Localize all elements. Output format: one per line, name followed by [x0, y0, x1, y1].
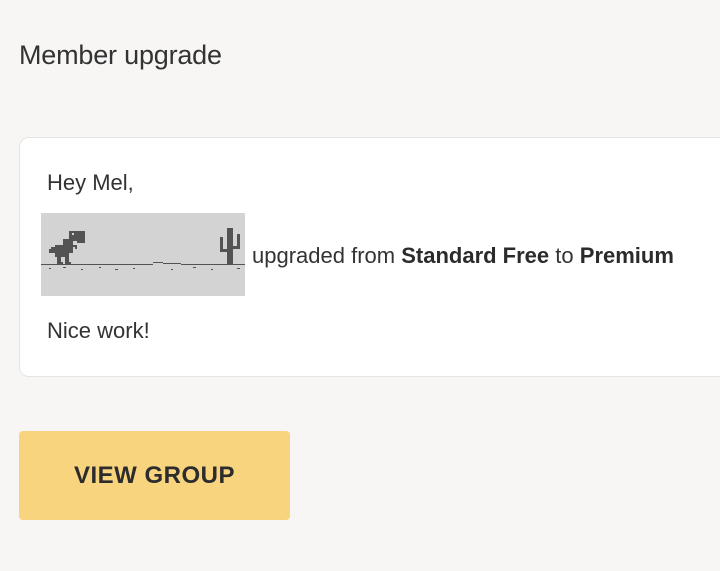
dino-offline-icon — [41, 228, 245, 270]
member-avatar-image — [41, 213, 245, 296]
message-prefix: upgraded from — [252, 243, 396, 268]
to-plan: Premium — [579, 243, 674, 268]
closing-text: Nice work! — [47, 318, 150, 343]
page-title: Member upgrade — [19, 40, 222, 70]
view-group-button[interactable]: VIEW GROUP — [19, 431, 290, 520]
upgrade-message: upgraded from Standard Free to Premium — [252, 243, 674, 269]
from-plan: Standard Free — [401, 243, 550, 268]
greeting-text: Hey Mel, — [47, 170, 134, 195]
notification-card: Hey Mel, upgraded from Standard Free to … — [19, 137, 720, 377]
message-middle: to — [555, 243, 574, 268]
